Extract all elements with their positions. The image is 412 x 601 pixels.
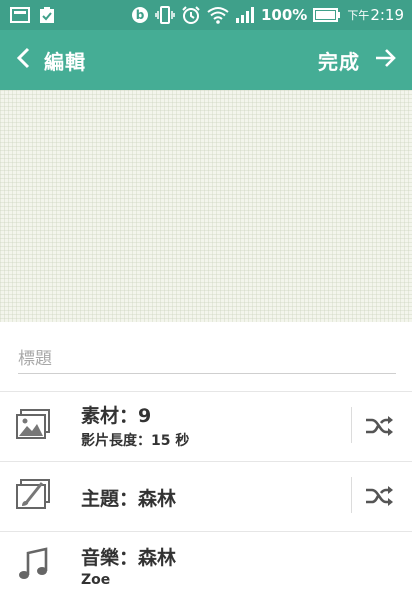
page-title: 編輯 [44, 49, 86, 74]
time-period: 下午 [347, 9, 370, 22]
image-icon [10, 7, 30, 23]
title-placeholder: 標題 [18, 349, 52, 369]
done-button[interactable]: 完成 [318, 46, 398, 75]
app-header: 編輯 完成 [0, 30, 412, 90]
video-length: 影片長度：15 秒 [81, 433, 190, 449]
photo-icon [16, 409, 52, 443]
music-note-icon [16, 547, 52, 581]
clipboard-check-icon [38, 6, 56, 24]
chevron-left-icon [16, 47, 30, 73]
shuffle-icon [366, 416, 393, 436]
done-label: 完成 [318, 49, 360, 74]
svg-text:b: b [136, 8, 145, 22]
arrow-right-icon [374, 48, 398, 72]
music-row[interactable]: 音樂：森林 Zoe [0, 531, 412, 601]
clock-time: 2:19 [370, 6, 404, 24]
beats-icon: b [131, 6, 149, 24]
music-name: 音樂：森林 [81, 547, 177, 569]
shuffle-media-button[interactable] [364, 413, 396, 439]
theme-row[interactable]: 主題：森林 [0, 461, 412, 531]
signal-icon [235, 6, 255, 24]
media-row[interactable]: 素材：9 影片長度：15 秒 [0, 391, 412, 461]
theme-name: 主題：森林 [81, 488, 177, 510]
brush-icon [16, 479, 52, 513]
video-preview[interactable] [0, 90, 412, 322]
shuffle-icon [366, 486, 393, 506]
separator [351, 477, 352, 513]
separator [351, 407, 352, 443]
alarm-icon [181, 5, 201, 25]
shuffle-theme-button[interactable] [364, 483, 396, 509]
back-button[interactable]: 編輯 [16, 46, 86, 75]
status-bar: b 100% 下午 2:19 [0, 0, 412, 30]
battery-icon [313, 7, 341, 23]
wifi-icon [207, 6, 229, 24]
vibrate-icon [155, 6, 175, 24]
battery-percent: 100% [260, 6, 308, 24]
music-artist: Zoe [81, 572, 111, 588]
title-input[interactable]: 標題 [18, 340, 396, 374]
media-count: 素材：9 [81, 405, 152, 427]
